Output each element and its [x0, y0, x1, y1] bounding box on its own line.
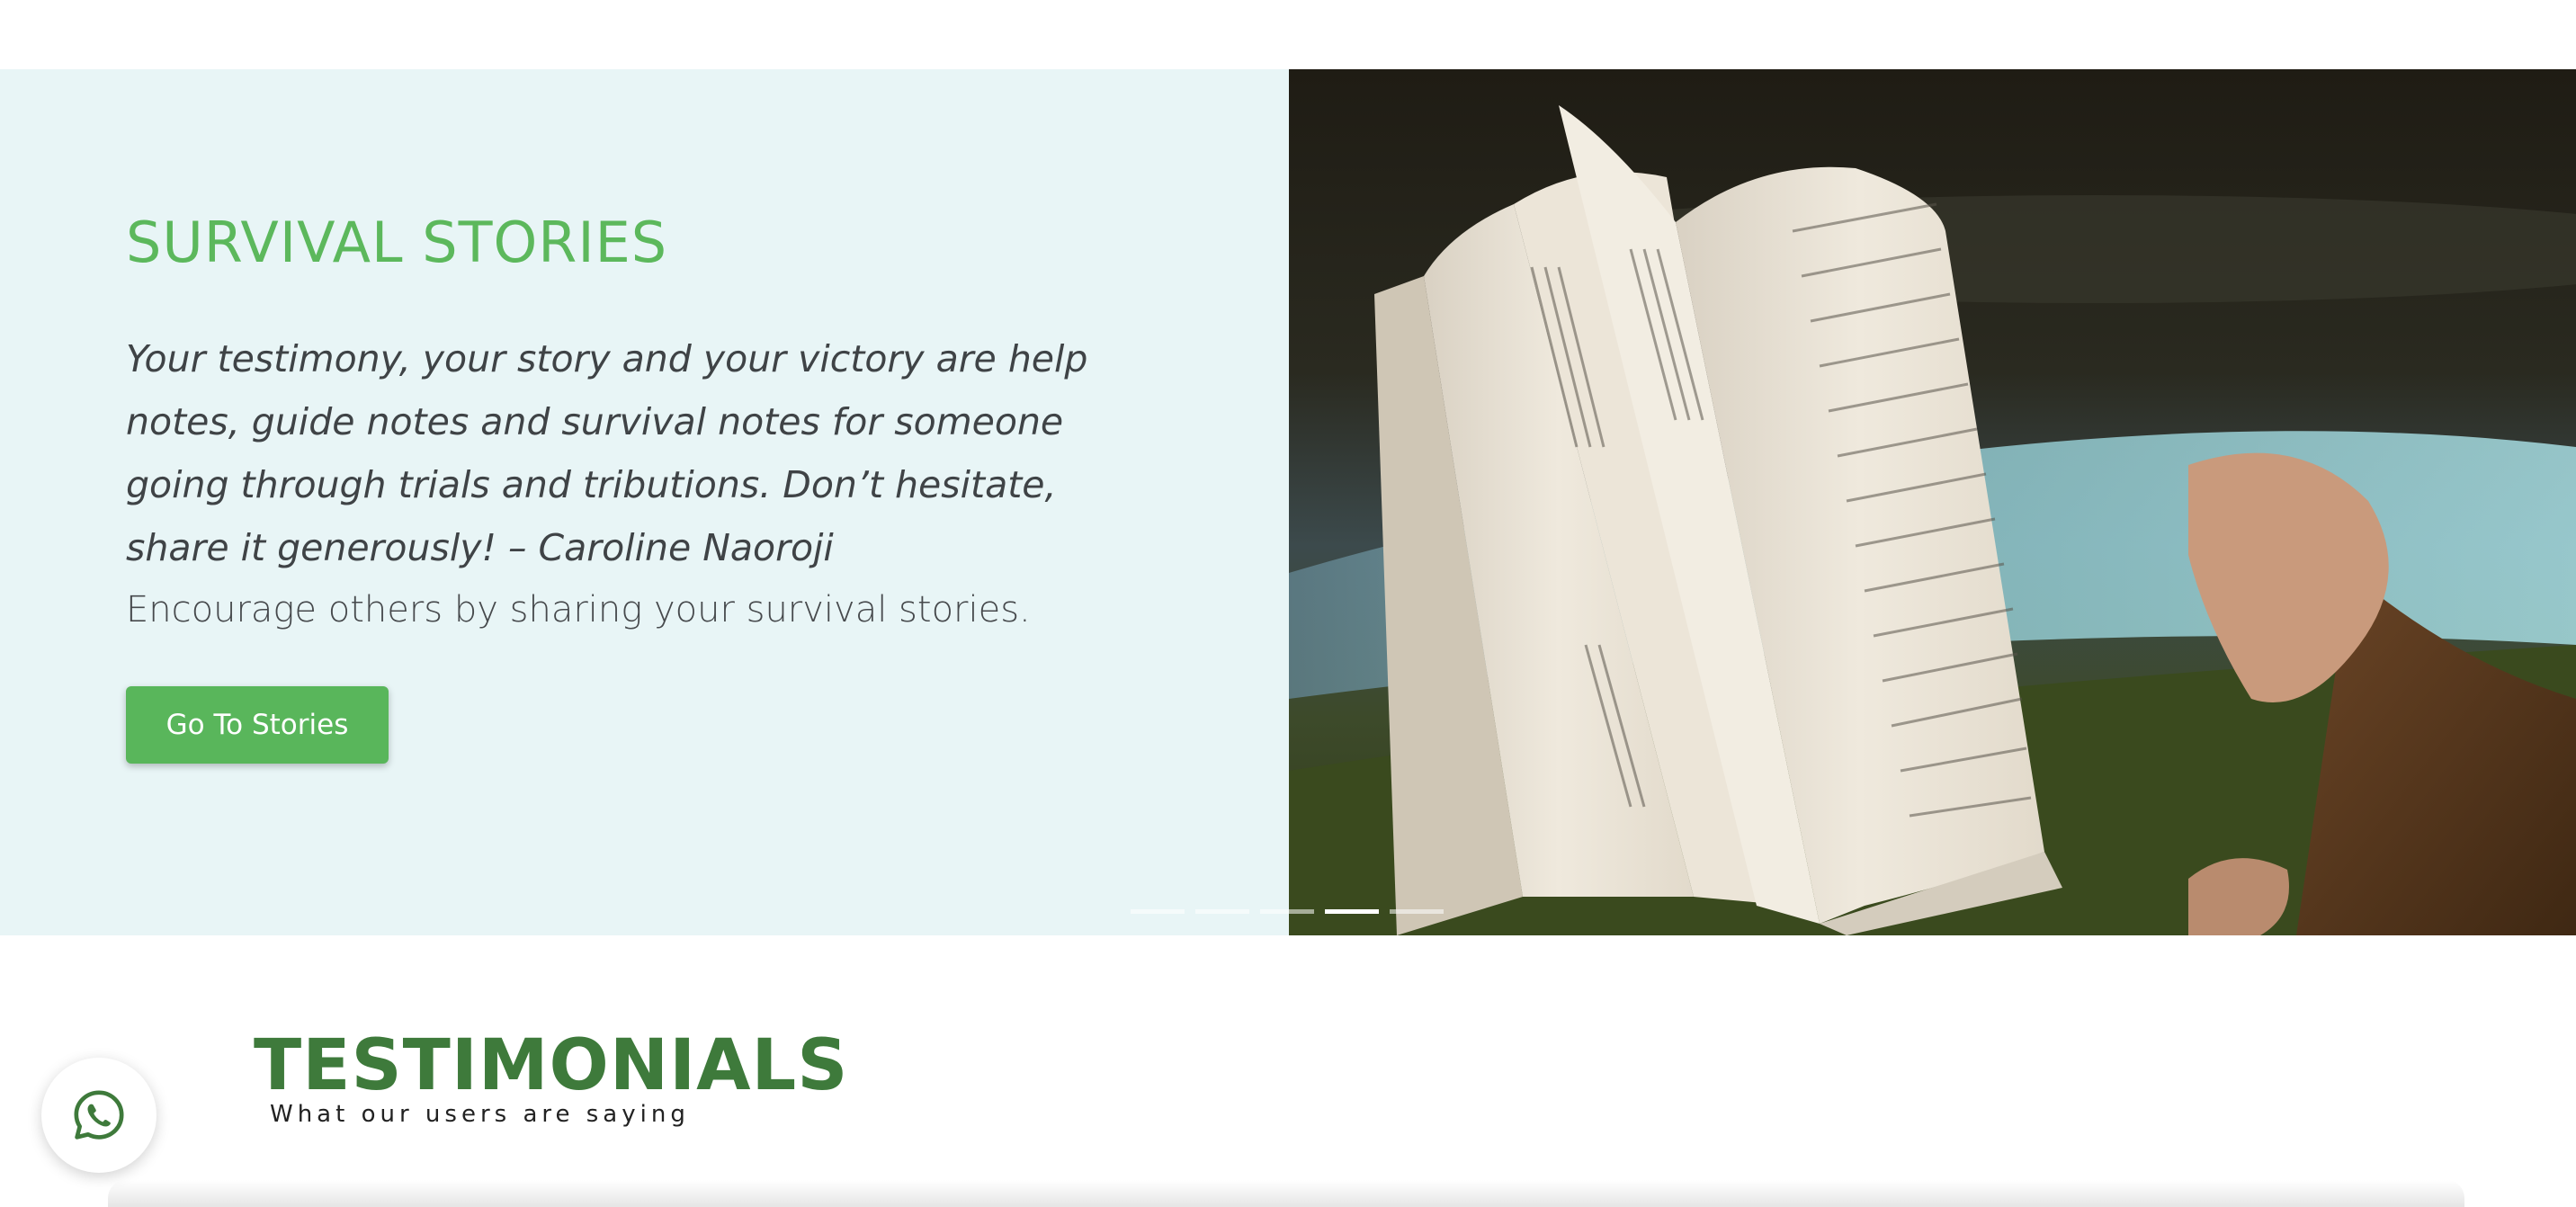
testimonials-subheading: What our users are saying: [270, 1101, 690, 1128]
hero-content: SURVIVAL STORIES Your testimony, your st…: [126, 210, 1295, 635]
slider-dot-4[interactable]: [1325, 909, 1379, 914]
hero-description: Encourage others by sharing your surviva…: [126, 589, 1031, 630]
whatsapp-icon: [74, 1090, 124, 1140]
whatsapp-chat-button[interactable]: [41, 1058, 157, 1173]
go-to-stories-button[interactable]: Go To Stories: [126, 686, 389, 764]
hero-slide: SURVIVAL STORIES Your testimony, your st…: [0, 69, 2576, 935]
hero-quote: Your testimony, your story and your vict…: [126, 337, 1088, 569]
slider-dot-1[interactable]: [1131, 909, 1185, 914]
slider-dot-2[interactable]: [1195, 909, 1249, 914]
slider-dot-3[interactable]: [1260, 909, 1314, 914]
hero-title: SURVIVAL STORIES: [126, 210, 668, 275]
testimonials-heading: TESTIMONIALS: [254, 1025, 849, 1106]
testimonial-card-edge: [108, 1180, 2464, 1207]
open-book-illustration: [1289, 69, 2576, 935]
slider-indicators: [1131, 909, 1444, 914]
open-book-photo: [1289, 69, 2576, 935]
slider-dot-5[interactable]: [1390, 909, 1444, 914]
